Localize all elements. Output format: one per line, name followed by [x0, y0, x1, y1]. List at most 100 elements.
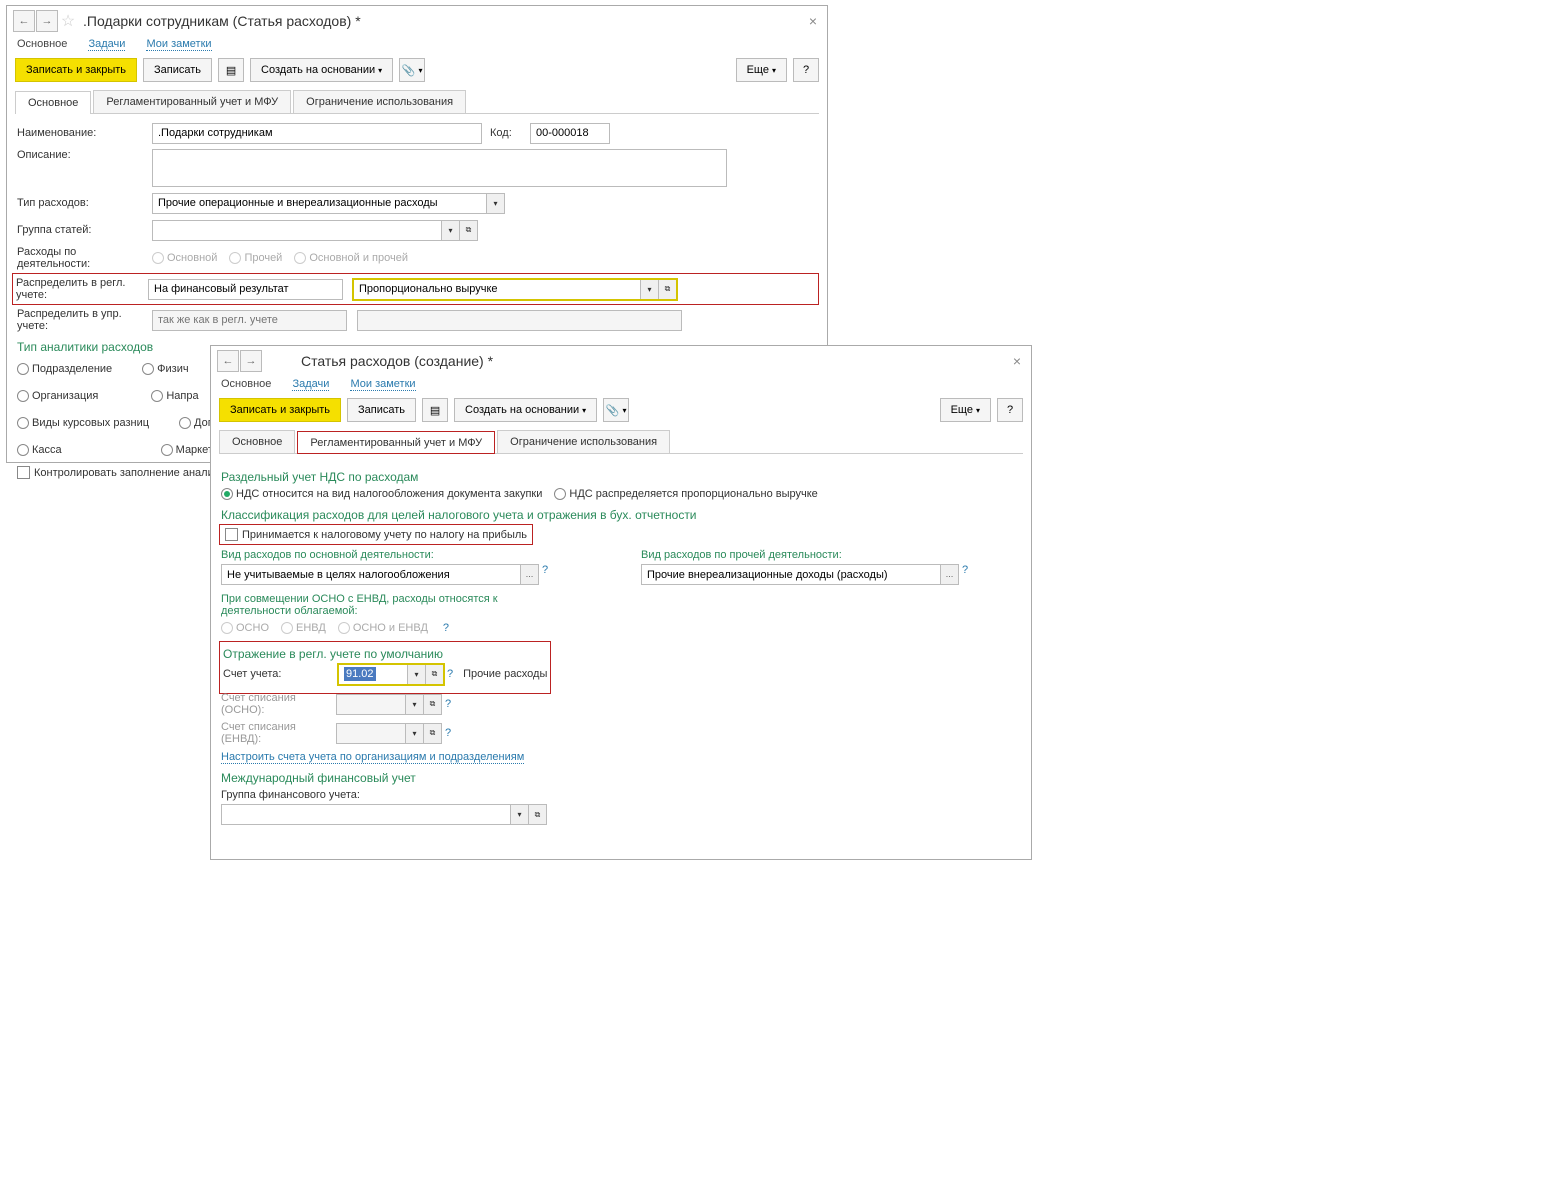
tab-regl[interactable]: Регламентированный учет и МФУ	[93, 90, 291, 113]
subtab-main-2[interactable]: Основное	[221, 378, 271, 390]
report-icon-button[interactable]: ▤	[218, 58, 244, 82]
create-basis-button-2[interactable]: Создать на основании▾	[454, 398, 597, 422]
attach-icon-button-2[interactable]: 📎▾	[603, 398, 629, 422]
dist-upr-label: Распределить в упр. учете:	[17, 308, 152, 332]
analytics-radio-dir[interactable]: Напра	[151, 390, 198, 402]
group-label: Группа статей:	[17, 224, 152, 236]
combine-radio-both: ОСНО и ЕНВД	[338, 622, 428, 634]
analytics-radio-org[interactable]: Организация	[17, 390, 98, 402]
analytics-radio-dept[interactable]: Подразделение	[17, 363, 112, 375]
analytics-radio-fx[interactable]: Виды курсовых разниц	[17, 417, 149, 429]
desc-input[interactable]	[152, 149, 727, 187]
analytics-radio-cash[interactable]: Касса	[17, 444, 62, 456]
nav-fwd-button[interactable]: →	[36, 10, 58, 32]
code-input[interactable]	[530, 123, 610, 144]
acc-open-icon[interactable]: ⧉	[426, 664, 444, 685]
kind-other-input[interactable]	[641, 564, 941, 585]
subtab-tasks-2[interactable]: Задачи	[292, 378, 329, 391]
wo-envd-help[interactable]: ?	[445, 727, 451, 739]
acc-dd-icon[interactable]: ▾	[408, 664, 426, 685]
tab-regl-2[interactable]: Регламентированный учет и МФУ	[297, 431, 495, 454]
dist-upr-input[interactable]	[152, 310, 347, 331]
dist-upr-input2[interactable]	[357, 310, 682, 331]
name-input[interactable]	[152, 123, 482, 144]
name-label: Наименование:	[17, 127, 152, 139]
tab-restrict-2[interactable]: Ограничение использования	[497, 430, 670, 453]
config-accounts-link[interactable]: Настроить счета учета по организациям и …	[221, 751, 524, 764]
window-title-2: Статья расходов (создание) *	[301, 353, 1009, 369]
code-label: Код:	[490, 127, 530, 139]
acc-input[interactable]: 91.02	[338, 664, 408, 685]
wo-osno-label: Счет списания (ОСНО):	[221, 692, 336, 716]
combine-help[interactable]: ?	[443, 622, 449, 634]
dist-regl-input2[interactable]	[353, 279, 641, 300]
type-input[interactable]	[152, 193, 487, 214]
kind-other-help[interactable]: ?	[962, 564, 968, 585]
create-basis-button[interactable]: Создать на основании▾	[250, 58, 393, 82]
kind-main-help[interactable]: ?	[542, 564, 548, 585]
nav-fwd-button-2[interactable]: →	[240, 350, 262, 372]
subtabs-2: Основное Задачи Мои заметки	[211, 376, 1031, 398]
ifrs-group-dd-icon[interactable]: ▾	[511, 804, 529, 825]
more-button[interactable]: Еще▾	[736, 58, 787, 82]
kind-main-input[interactable]	[221, 564, 521, 585]
ifrs-group-input[interactable]	[221, 804, 511, 825]
analytics-radio-market[interactable]: Маркет	[161, 444, 213, 456]
wo-envd-input	[336, 723, 406, 744]
accept-tax-checkbox[interactable]	[225, 528, 238, 541]
dist-regl-open-icon[interactable]: ⧉	[659, 279, 677, 300]
subtab-main[interactable]: Основное	[17, 38, 67, 50]
save-close-button[interactable]: Записать и закрыть	[15, 58, 137, 82]
dist-regl-input[interactable]	[148, 279, 343, 300]
group-dd-icon[interactable]: ▾	[442, 220, 460, 241]
close-icon-2[interactable]: ×	[1009, 353, 1025, 369]
activity-radio-both: Основной и прочей	[294, 252, 408, 264]
ifrs-title: Международный финансовый учет	[221, 771, 1021, 785]
report-icon-button-2[interactable]: ▤	[422, 398, 448, 422]
tab-main[interactable]: Основное	[15, 91, 91, 114]
tabstrip-2: Основное Регламентированный учет и МФУ О…	[219, 430, 1023, 454]
favorite-icon[interactable]: ☆	[59, 12, 77, 30]
save-button-2[interactable]: Записать	[347, 398, 416, 422]
tab-restrict[interactable]: Ограничение использования	[293, 90, 466, 113]
combine-label: При совмещении ОСНО с ЕНВД, расходы отно…	[221, 593, 501, 617]
form-body-2: Раздельный учет НДС по расходам НДС отно…	[211, 454, 1031, 833]
save-close-button-2[interactable]: Записать и закрыть	[219, 398, 341, 422]
group-open-icon[interactable]: ⧉	[460, 220, 478, 241]
tab-main-2[interactable]: Основное	[219, 430, 295, 453]
toolbar-2: Записать и закрыть Записать ▤ Создать на…	[211, 398, 1031, 430]
combine-radio-envd: ЕНВД	[281, 622, 326, 634]
accept-tax-row: Принимается к налоговому учету по налогу…	[221, 526, 531, 543]
wo-envd-label: Счет списания (ЕНВД):	[221, 721, 336, 745]
window-title: .Подарки сотрудникам (Статья расходов) *	[83, 13, 805, 29]
ifrs-group-open-icon[interactable]: ⧉	[529, 804, 547, 825]
acc-help[interactable]: ?	[447, 668, 453, 680]
kind-other-label: Вид расходов по прочей деятельности:	[641, 549, 1021, 561]
nav-back-button[interactable]: ←	[13, 10, 35, 32]
acc-desc: Прочие расходы	[463, 668, 547, 680]
kind-main-dd-icon[interactable]: …	[521, 564, 539, 585]
analytics-radio-phys[interactable]: Физич	[142, 363, 188, 375]
vat-radio-doc[interactable]: НДС относится на вид налогообложения док…	[221, 488, 542, 500]
activity-label: Расходы по деятельности:	[17, 246, 152, 270]
help-button-2[interactable]: ?	[997, 398, 1023, 422]
help-button[interactable]: ?	[793, 58, 819, 82]
more-button-2[interactable]: Еще▾	[940, 398, 991, 422]
save-button[interactable]: Записать	[143, 58, 212, 82]
subtab-notes-2[interactable]: Мои заметки	[350, 378, 415, 391]
wo-envd-dd-icon: ▾	[406, 723, 424, 744]
wo-osno-help[interactable]: ?	[445, 698, 451, 710]
wo-envd-open-icon: ⧉	[424, 723, 442, 744]
close-icon[interactable]: ×	[805, 13, 821, 29]
vat-radio-prop[interactable]: НДС распределяется пропорционально выруч…	[554, 488, 817, 500]
subtab-notes[interactable]: Мои заметки	[146, 38, 211, 51]
activity-radio-other: Прочей	[229, 252, 282, 264]
kind-other-dd-icon[interactable]: …	[941, 564, 959, 585]
nav-back-button-2[interactable]: ←	[217, 350, 239, 372]
group-input[interactable]	[152, 220, 442, 241]
dist-regl-dd-icon[interactable]: ▾	[641, 279, 659, 300]
type-dd-icon[interactable]: ▾	[487, 193, 505, 214]
subtab-tasks[interactable]: Задачи	[88, 38, 125, 51]
attach-icon-button[interactable]: 📎▾	[399, 58, 425, 82]
control-checkbox[interactable]	[17, 466, 30, 479]
